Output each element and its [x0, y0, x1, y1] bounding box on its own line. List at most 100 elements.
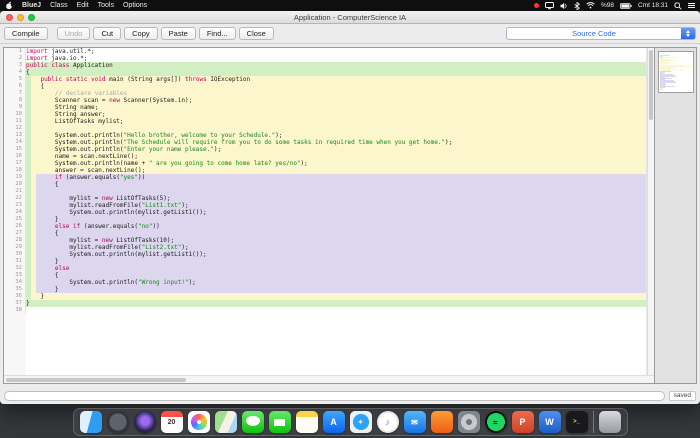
code-line[interactable]: 22 mylist = new ListOfTasks(5); — [4, 195, 646, 202]
menu-edit[interactable]: Edit — [77, 0, 89, 11]
code-line[interactable]: 34 System.out.println("Wrong input!"); — [4, 279, 646, 286]
code-line[interactable]: 15 System.out.println("Enter your name p… — [4, 146, 646, 153]
dock-icon-spotify[interactable]: ≈ — [484, 411, 507, 433]
code-line[interactable]: 32 else — [4, 265, 646, 272]
code-line[interactable]: 21 — [4, 188, 646, 195]
dock-icon-facetime[interactable] — [268, 411, 291, 433]
code-line[interactable]: 2 import java.io.*; — [4, 55, 646, 62]
horizontal-scrollbar[interactable] — [4, 375, 654, 383]
dock-icon-books[interactable] — [430, 411, 453, 433]
code-lines[interactable]: 1 import java.util.*; 2 import java.io.*; 3 p… — [4, 48, 647, 375]
code-line[interactable]: 23 mylist.readFromFile("List1.txt"); — [4, 202, 646, 209]
code-line[interactable]: 1 import java.util.*; — [4, 48, 646, 55]
code-text: System.out.println("Hello brother, welco… — [26, 132, 646, 139]
paste-button[interactable]: Paste — [160, 27, 196, 40]
dock-icon-mail[interactable]: ✉ — [403, 411, 426, 433]
code-line[interactable]: 7 // declare variables — [4, 90, 646, 97]
dock-icon-notes[interactable] — [295, 411, 318, 433]
code-line[interactable]: 29 mylist.readFromFile("List2.txt"); — [4, 244, 646, 251]
dock-icon-launchpad[interactable] — [106, 411, 129, 433]
recording-dot-icon[interactable] — [533, 3, 539, 8]
menu-bluej[interactable]: BlueJ — [22, 0, 41, 11]
dock-icon-safari[interactable]: ✦ — [349, 411, 372, 433]
dock-icon-trash[interactable] — [598, 411, 621, 433]
menu-class[interactable]: Class — [50, 0, 68, 11]
mail-glyph: ✉ — [411, 417, 418, 427]
apple-menu-icon[interactable] — [5, 1, 13, 10]
code-line[interactable]: 19 if (answer.equals("yes")) — [4, 174, 646, 181]
spotlight-icon[interactable] — [674, 1, 682, 10]
code-line[interactable]: 35 } — [4, 286, 646, 293]
code-line[interactable]: 28 mylist = new ListOfTasks(10); — [4, 237, 646, 244]
code-line[interactable]: 11 ListOfTasks mylist; — [4, 118, 646, 125]
dock-icon-powerpoint[interactable]: P — [511, 411, 534, 433]
vertical-scrollbar-thumb[interactable] — [649, 50, 653, 120]
menu-options[interactable]: Options — [123, 0, 147, 11]
code-line[interactable]: 9 String name; — [4, 104, 646, 111]
code-line[interactable]: 33 { — [4, 272, 646, 279]
code-line[interactable]: 6 { — [4, 83, 646, 90]
code-line[interactable]: 27 { — [4, 230, 646, 237]
zoom-window-button[interactable] — [28, 13, 35, 21]
close-window-button[interactable] — [6, 13, 13, 21]
cut-button[interactable]: Cut — [93, 27, 122, 40]
close-button[interactable]: Close — [238, 27, 274, 40]
code-line[interactable]: 24 System.out.println(mylist.getList1())… — [4, 209, 646, 216]
wifi-icon[interactable] — [586, 2, 595, 9]
dock-icon-calendar[interactable]: 20 — [160, 411, 183, 433]
dock-icon-messages[interactable] — [241, 411, 264, 433]
code-line[interactable]: 37} — [4, 300, 646, 307]
dock-icon-itunes[interactable]: ♪ — [376, 411, 399, 433]
minimize-window-button[interactable] — [17, 13, 24, 21]
code-minimap[interactable] — [657, 51, 694, 93]
dock-icon-finder[interactable] — [79, 411, 102, 433]
code-text: { — [26, 230, 646, 237]
code-line[interactable]: 30 System.out.println(mylist.getList1())… — [4, 251, 646, 258]
code-line[interactable]: 17 System.out.println(name + " are you g… — [4, 160, 646, 167]
dock-icon-word[interactable]: W — [538, 411, 561, 433]
copy-button[interactable]: Copy — [124, 27, 158, 40]
code-line[interactable]: 8 Scanner scan = new Scanner(System.in); — [4, 97, 646, 104]
titlebar[interactable]: Application - ComputerScience IA — [0, 11, 700, 24]
dock-icon-photos[interactable] — [187, 411, 210, 433]
code-line[interactable]: 4{ — [4, 69, 646, 76]
status-input[interactable] — [4, 390, 665, 401]
menu-tools[interactable]: Tools — [98, 0, 114, 11]
line-number: 4 — [4, 69, 26, 76]
code-line[interactable]: 12 — [4, 125, 646, 132]
view-selector-dropdown[interactable]: Source Code — [506, 27, 696, 40]
compile-button[interactable]: Compile — [4, 27, 48, 40]
vertical-scrollbar[interactable] — [647, 48, 654, 375]
battery-icon[interactable] — [620, 2, 632, 9]
display-icon[interactable] — [544, 1, 554, 10]
horizontal-scrollbar-thumb[interactable] — [6, 377, 186, 382]
code-line[interactable]: 20 { — [4, 181, 646, 188]
code-line[interactable]: 5 public static void main (String args[]… — [4, 76, 646, 83]
code-line[interactable]: 3 public class Application — [4, 62, 646, 69]
find-button[interactable]: Find... — [198, 27, 236, 40]
code-line[interactable]: 25 } — [4, 216, 646, 223]
undo-button[interactable]: Undo — [56, 27, 91, 40]
code-line[interactable]: 31 } — [4, 258, 646, 265]
code-line[interactable]: 36 } — [4, 293, 646, 300]
code-text: System.out.println("Wrong input!"); — [26, 279, 646, 286]
code-line[interactable]: 38 — [4, 307, 646, 314]
code-line[interactable]: 26 else if (answer.equals("no")) — [4, 223, 646, 230]
line-number: 7 — [4, 90, 26, 97]
code-line[interactable]: 16 name = scan.nextLine(); — [4, 153, 646, 160]
bluetooth-icon[interactable] — [574, 1, 580, 10]
line-number: 21 — [4, 188, 26, 195]
dock-icon-terminal[interactable]: >_ — [565, 411, 588, 433]
dock-icon-system-preferences[interactable] — [457, 411, 480, 433]
code-line[interactable]: 10 String answer; — [4, 111, 646, 118]
dock-icon-maps[interactable] — [214, 411, 237, 433]
line-number: 30 — [4, 251, 26, 258]
code-line[interactable]: 14 System.out.println("The Schedule will… — [4, 139, 646, 146]
code-text: import java.util.*; — [26, 48, 646, 55]
dock-icon-siri[interactable] — [133, 411, 156, 433]
menubar-clock[interactable]: Cmt 18:31 — [638, 2, 668, 9]
volume-icon[interactable] — [560, 2, 568, 10]
code-line[interactable]: 13 System.out.println("Hello brother, we… — [4, 132, 646, 139]
dock-icon-app-store[interactable]: A — [322, 411, 345, 433]
code-line[interactable]: 18 answer = scan.nextLine(); — [4, 167, 646, 174]
